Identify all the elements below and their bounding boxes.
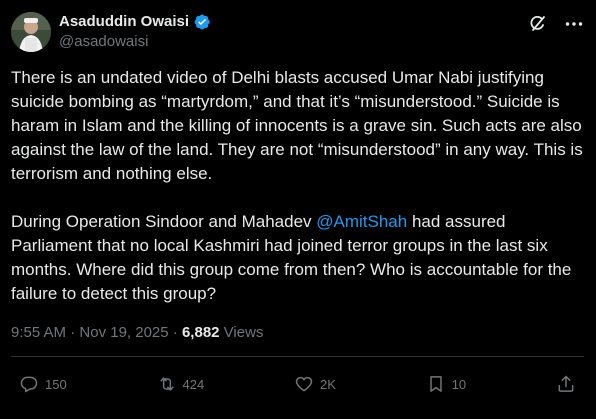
author-handle[interactable]: @asadowaisi	[59, 32, 211, 52]
views-label: Views	[219, 324, 264, 341]
divider	[11, 356, 584, 357]
mention-link[interactable]: @AmitShah	[316, 212, 407, 231]
repost-icon	[159, 377, 174, 391]
verified-badge-icon[interactable]	[193, 13, 211, 31]
meta-separator-2: ·	[168, 324, 182, 341]
tweet-date[interactable]: Nov 19, 2025	[79, 324, 168, 341]
reply-button[interactable]: 150	[19, 374, 67, 394]
share-icon	[558, 375, 574, 392]
tweet: Asaduddin Owaisi @asadowaisi There is an…	[0, 0, 596, 419]
tweet-time[interactable]: 9:55 AM	[11, 324, 66, 341]
author-name[interactable]: Asaduddin Owaisi	[59, 12, 189, 32]
author-info: Asaduddin Owaisi @asadowaisi	[59, 12, 211, 52]
share-button[interactable]	[556, 374, 576, 394]
tweet-meta: 9:55 AM · Nov 19, 2025 · 6,882 Views	[11, 323, 263, 343]
tweet-header: Asaduddin Owaisi @asadowaisi	[11, 12, 584, 56]
tweet-paragraph-2: During Operation Sindoor and Mahadev @Am…	[11, 210, 583, 306]
repost-count: 424	[182, 376, 205, 392]
bookmark-button[interactable]: 10	[426, 374, 466, 394]
views-count[interactable]: 6,882	[182, 324, 220, 341]
engagement-bar: 150 424 2K 10	[11, 372, 584, 396]
avatar[interactable]	[11, 12, 51, 52]
tweet-text: There is an undated video of Delhi blast…	[11, 66, 583, 306]
reply-icon	[20, 376, 38, 393]
paragraph-2-text-start: During Operation Sindoor and Mahadev	[11, 212, 317, 231]
repost-button[interactable]: 424	[157, 374, 205, 394]
bookmark-icon	[429, 376, 442, 392]
top-actions	[528, 14, 584, 34]
grok-icon[interactable]	[528, 14, 548, 34]
more-icon[interactable]	[564, 14, 584, 34]
reply-count: 150	[45, 376, 67, 392]
like-icon	[295, 376, 313, 392]
like-button[interactable]: 2K	[294, 374, 336, 394]
like-count: 2K	[320, 376, 336, 392]
bookmark-count: 10	[451, 376, 467, 392]
tweet-paragraph-1: There is an undated video of Delhi blast…	[11, 68, 583, 183]
meta-separator: ·	[66, 324, 80, 341]
name-row: Asaduddin Owaisi	[59, 12, 211, 32]
